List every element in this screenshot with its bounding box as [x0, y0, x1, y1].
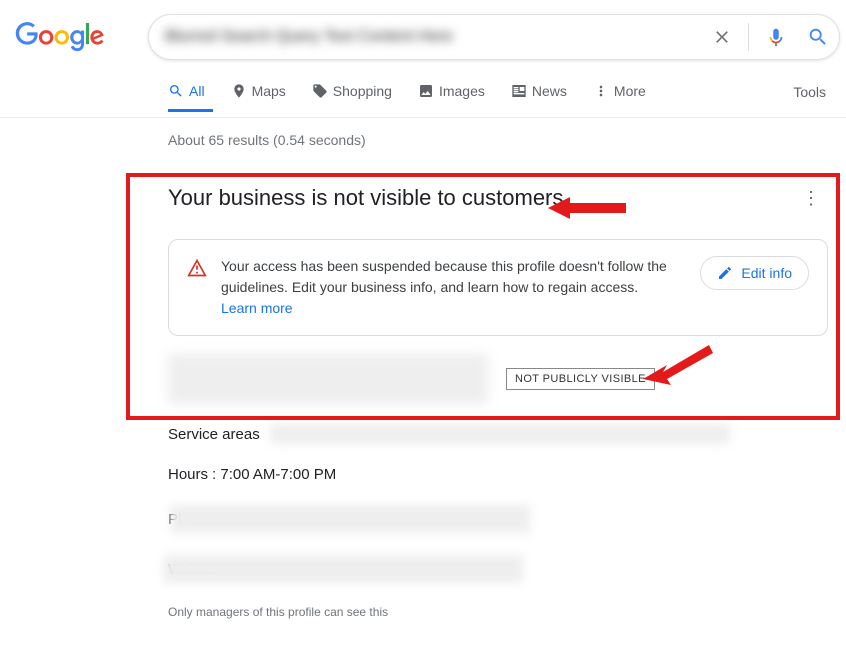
divider	[748, 23, 749, 51]
tools-button[interactable]: Tools	[793, 84, 826, 112]
tab-label: Maps	[252, 83, 286, 99]
footer-note: Only managers of this profile can see th…	[168, 605, 846, 619]
search-box[interactable]: Blurred Search Query Text Content Here	[148, 14, 840, 60]
hours-label: Hours	[168, 466, 208, 483]
tag-icon	[312, 83, 328, 99]
suspension-notice: Your access has been suspended because t…	[168, 239, 828, 336]
tab-maps[interactable]: Maps	[231, 83, 294, 112]
more-dots-icon[interactable]: ⋮	[802, 188, 828, 209]
news-icon	[511, 83, 527, 99]
pin-icon	[231, 83, 247, 99]
edit-info-label: Edit info	[741, 265, 792, 281]
tab-shopping[interactable]: Shopping	[312, 83, 400, 112]
search-icon	[168, 83, 184, 99]
service-areas-label: Service areas	[168, 426, 260, 443]
edit-info-button[interactable]: Edit info	[700, 256, 809, 290]
tab-label: More	[614, 83, 646, 99]
phone-value-blurred	[170, 505, 530, 533]
business-details: Service areas Hours : 7:00 AM-7:00 PM Ph…	[168, 424, 846, 583]
warning-icon	[187, 258, 207, 283]
tab-label: Shopping	[333, 83, 392, 99]
result-stats: About 65 results (0.54 seconds)	[0, 118, 846, 148]
tab-label: Images	[439, 83, 485, 99]
more-icon	[593, 83, 609, 99]
business-name-blurred	[168, 354, 488, 404]
learn-more-link[interactable]: Learn more	[221, 300, 293, 316]
not-publicly-visible-badge: NOT PUBLICLY VISIBLE	[506, 368, 655, 390]
tab-label: News	[532, 83, 567, 99]
tab-label: All	[189, 83, 205, 99]
tabs-row: All Maps Shopping Images News More Tools	[0, 78, 846, 118]
tab-more[interactable]: More	[593, 83, 654, 112]
image-icon	[418, 83, 434, 99]
clear-icon[interactable]	[702, 27, 742, 47]
service-areas-value-blurred	[270, 424, 730, 444]
tab-all[interactable]: All	[168, 83, 213, 112]
business-panel: Your business is not visible to customer…	[168, 185, 828, 404]
panel-title: Your business is not visible to customer…	[168, 185, 563, 211]
google-logo[interactable]	[12, 22, 104, 52]
search-query[interactable]: Blurred Search Query Text Content Here	[149, 28, 702, 46]
mic-icon[interactable]	[755, 26, 797, 48]
tab-images[interactable]: Images	[418, 83, 493, 112]
notice-text: Your access has been suspended because t…	[221, 256, 686, 319]
tab-news[interactable]: News	[511, 83, 575, 112]
hours-value: : 7:00 AM-7:00 PM	[212, 466, 336, 483]
website-value-blurred	[163, 555, 523, 583]
search-icon[interactable]	[797, 26, 839, 48]
